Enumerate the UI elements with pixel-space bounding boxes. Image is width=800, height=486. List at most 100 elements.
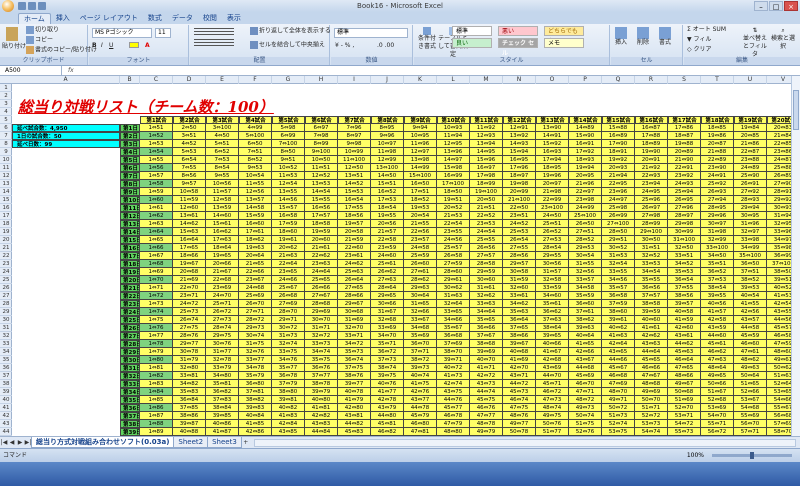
style-memo[interactable]: メモ	[544, 38, 584, 48]
match-cell[interactable]: 24⇔91	[701, 172, 734, 180]
match-cell[interactable]: 14⇔97	[437, 156, 470, 164]
match-cell[interactable]: 32⇔68	[371, 316, 404, 324]
match-cell[interactable]: 31⇔59	[503, 276, 536, 284]
match-cell[interactable]: 30⇔64	[404, 292, 437, 300]
row-header[interactable]: 2	[0, 92, 12, 100]
match-cell[interactable]: 51⇔75	[569, 420, 602, 428]
match-cell[interactable]: 11⇔53	[272, 172, 305, 180]
match-cell[interactable]: 1⇔64	[140, 228, 173, 236]
match-cell[interactable]: 55⇔73	[668, 428, 701, 436]
match-cell[interactable]: 39⇔69	[470, 348, 503, 356]
match-cell[interactable]: 27⇔75	[173, 324, 206, 332]
match-cell[interactable]: 18⇔85	[701, 124, 734, 132]
match-cell[interactable]: 1⇔55	[140, 156, 173, 164]
match-cell[interactable]: 43⇔57	[734, 316, 767, 324]
match-cell[interactable]: 20⇔56	[371, 220, 404, 228]
match-cell[interactable]: 29⇔53	[569, 244, 602, 252]
match-cell[interactable]: 27⇔51	[569, 228, 602, 236]
match-cell[interactable]: 11⇔94	[437, 132, 470, 140]
match-cell[interactable]: 38⇔72	[404, 356, 437, 364]
match-cell[interactable]: 32⇔52	[635, 252, 668, 260]
match-cell[interactable]: 34⇔62	[503, 300, 536, 308]
match-cell[interactable]: 2⇔50	[173, 124, 206, 132]
tab-page-layout[interactable]: ページ レイアウト	[75, 13, 143, 24]
day-label-cell[interactable]: 第37日	[120, 412, 140, 420]
match-cell[interactable]: 25⇔98	[602, 204, 635, 212]
match-cell[interactable]: 11⇔100	[338, 156, 371, 164]
match-cell[interactable]: 39⇔71	[437, 356, 470, 364]
column-header[interactable]: T	[701, 76, 734, 84]
match-cell[interactable]: 36⇔66	[470, 324, 503, 332]
match-cell[interactable]: 33⇔77	[239, 356, 272, 364]
match-header-cell[interactable]: 第5試合	[272, 116, 305, 124]
match-cell[interactable]: 37⇔65	[503, 324, 536, 332]
match-cell[interactable]: 29⇔75	[206, 332, 239, 340]
match-cell[interactable]: 36⇔68	[437, 332, 470, 340]
row-header[interactable]: 41	[0, 404, 12, 412]
match-cell[interactable]: 22⇔70	[173, 284, 206, 292]
match-cell[interactable]: 14⇔54	[305, 188, 338, 196]
match-cell[interactable]: 28⇔68	[305, 300, 338, 308]
match-cell[interactable]: 21⇔63	[272, 252, 305, 260]
match-cell[interactable]: 19⇔96	[536, 172, 569, 180]
day-label-cell[interactable]: 第7日	[120, 172, 140, 180]
match-cell[interactable]: 21⇔86	[734, 140, 767, 148]
match-cell[interactable]: 34⇔82	[173, 380, 206, 388]
match-cell[interactable]: 25⇔65	[305, 276, 338, 284]
column-header[interactable]: G	[272, 76, 305, 84]
match-cell[interactable]: 1⇔80	[140, 356, 173, 364]
match-cell[interactable]: 8⇔97	[338, 132, 371, 140]
match-cell[interactable]: 23⇔69	[206, 284, 239, 292]
match-cell[interactable]: 17⇔57	[305, 212, 338, 220]
match-cell[interactable]: 37⇔69	[437, 340, 470, 348]
match-cell[interactable]: 20⇔99	[503, 188, 536, 196]
day-label-cell[interactable]: 第26日	[120, 324, 140, 332]
row-header[interactable]: 25	[0, 276, 12, 284]
match-cell[interactable]: 11⇔55	[239, 180, 272, 188]
match-cell[interactable]: 1⇔65	[140, 236, 173, 244]
match-cell[interactable]: 36⇔58	[602, 292, 635, 300]
match-cell[interactable]: 34⇔56	[602, 276, 635, 284]
column-header[interactable]: J	[371, 76, 404, 84]
match-cell[interactable]: 48⇔62	[734, 356, 767, 364]
match-cell[interactable]: 21⇔98	[536, 188, 569, 196]
match-cell[interactable]: 39⇔81	[272, 396, 305, 404]
match-cell[interactable]: 22⇔60	[338, 244, 371, 252]
match-cell[interactable]: 36⇔80	[239, 380, 272, 388]
match-cell[interactable]: 51⇔71	[635, 404, 668, 412]
match-cell[interactable]: 34⇔50	[701, 252, 734, 260]
match-cell[interactable]: 9⇔98	[338, 140, 371, 148]
day-label-cell[interactable]: 第1日	[120, 124, 140, 132]
match-cell[interactable]: 38⇔58	[635, 300, 668, 308]
match-cell[interactable]: 41⇔69	[503, 356, 536, 364]
match-cell[interactable]: 1⇔74	[140, 308, 173, 316]
match-cell[interactable]: 14⇔95	[470, 148, 503, 156]
day-label-cell[interactable]: 第18日	[120, 260, 140, 268]
style-good[interactable]: 良い	[452, 38, 492, 48]
match-cell[interactable]: 27⇔96	[668, 204, 701, 212]
match-cell[interactable]: 42⇔66	[569, 348, 602, 356]
match-cell[interactable]: 51⇔67	[701, 388, 734, 396]
match-cell[interactable]: 9⇔96	[371, 132, 404, 140]
match-cell[interactable]: 29⇔59	[470, 268, 503, 276]
column-header[interactable]: Q	[602, 76, 635, 84]
fill-color-icon[interactable]	[129, 42, 139, 48]
match-cell[interactable]: 17⇔92	[569, 148, 602, 156]
match-cell[interactable]: 46⇔80	[404, 420, 437, 428]
match-cell[interactable]: 24⇔58	[404, 244, 437, 252]
match-header-cell[interactable]: 第11試合	[470, 116, 503, 124]
tab-formulas[interactable]: 数式	[143, 13, 167, 24]
match-cell[interactable]: 41⇔75	[404, 380, 437, 388]
match-cell[interactable]: 18⇔58	[305, 220, 338, 228]
match-cell[interactable]: 37⇔81	[239, 388, 272, 396]
autosum-button[interactable]: Σ オート SUM	[687, 26, 726, 34]
match-cell[interactable]: 16⇔58	[272, 212, 305, 220]
match-cell[interactable]: 30⇔50	[635, 236, 668, 244]
match-cell[interactable]: 48⇔80	[437, 428, 470, 436]
match-cell[interactable]: 27⇔55	[503, 244, 536, 252]
match-cell[interactable]: 30⇔52	[602, 244, 635, 252]
match-cell[interactable]: 7⇔53	[206, 156, 239, 164]
match-cell[interactable]: 39⇔85	[206, 412, 239, 420]
match-cell[interactable]: 32⇔97	[734, 228, 767, 236]
match-cell[interactable]: 56⇔72	[701, 428, 734, 436]
